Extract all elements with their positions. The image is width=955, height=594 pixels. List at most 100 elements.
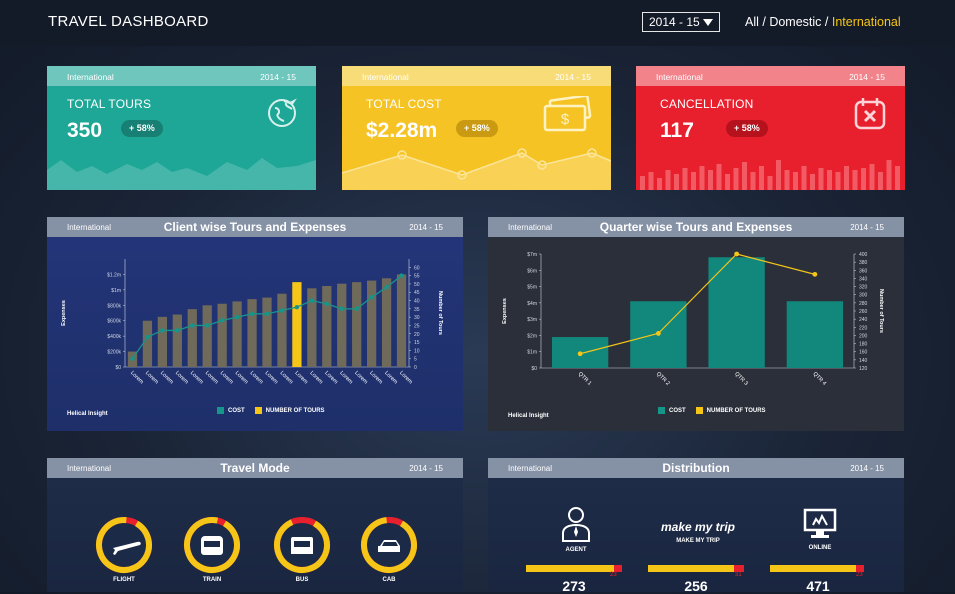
kpi-area-chart [47,158,316,190]
cost-bar [202,305,212,367]
x-tick-label: Lorem [398,370,414,386]
y-tick-label: $6m [527,268,537,274]
kpi-change-badge: + 58% [456,120,498,137]
panel-header: International Travel Mode 2014 - 15 [47,458,463,478]
mode-ring [274,517,330,573]
y-tick-label: $4m [527,301,537,307]
chevron-down-icon [703,19,713,26]
tours-point [324,301,329,307]
y-tick-label: $200k [107,350,121,356]
y2-tick-label: 0 [414,365,417,371]
legend-item[interactable]: NUMBER OF TOURS [254,407,325,414]
sparkline-bar [852,170,858,190]
tours-point [219,318,225,323]
legend-label: NUMBER OF TOURS [706,407,766,414]
chart-legend: COST NUMBER OF TOURS [658,407,766,414]
legend-item[interactable]: COST [658,407,686,414]
money-icon: $ [543,96,592,132]
kpi-label: TOTAL COST [366,97,442,111]
nav-separator: / [758,15,770,29]
globe-plane-icon [268,98,297,127]
travel-mode-panel: International Travel Mode 2014 - 15 FLIGHT… [47,458,463,592]
mode-label: CAB [382,577,396,583]
cost-bar [217,303,227,367]
legend-item[interactable]: NUMBER OF TOURS [695,407,766,414]
sparkline-bar [742,162,747,190]
panel-title: Distribution [662,461,730,475]
svg-text:$: $ [561,111,570,128]
cost-bar [396,274,407,367]
x-tick-label: Lorem [129,370,145,386]
tours-point [190,323,195,328]
x-tick-label: Lorem [159,370,175,386]
tours-line [579,253,816,355]
agent-icon [562,507,590,542]
sparkline-bar [640,176,645,190]
sparkline-bar [716,164,722,190]
sparkline-bar [818,168,824,190]
legend-swatch [217,407,224,414]
tours-point [812,271,818,277]
legend-item[interactable]: COST [217,407,245,414]
y-tick-label: $400k [107,334,121,340]
nav-international[interactable]: International [832,15,901,29]
dist-item-agent: AGENT [526,506,626,553]
cost-bar [232,301,242,367]
sparkline-bar [801,166,807,190]
kpi-label: TOTAL TOURS [67,97,152,111]
y2-tick-label: 400 [859,252,868,258]
sparkline-bar [682,168,688,190]
y2-tick-label: 240 [859,317,868,323]
x-tick-label: Lorem [219,370,235,386]
y2-tick-label: 340 [859,276,868,282]
quarter-chart: $0 $1m $2m $3m $4m $5m $6m $7m 120 140 160 180 200 22… [502,251,884,387]
x-tick-label: Lorem [383,370,399,386]
mode-ring [361,517,417,573]
y2-tick-label: 40 [414,299,420,305]
cost-bar [381,278,392,367]
cost-bar [366,280,377,367]
mode-label: FLIGHT [113,577,135,583]
tours-point [294,304,300,310]
nav-all[interactable]: All [745,15,759,29]
mode-label: TRAIN [202,577,222,583]
tours-point [205,323,210,328]
dist-label: MAKE MY TRIP [676,538,720,544]
sparkline-bar [827,170,832,190]
y2-tick-label: 120 [859,366,868,372]
y2-tick-label: 60 [414,265,420,271]
y-axis-title: Expenses [502,298,508,324]
brand-label: Helical Insight [508,413,549,419]
travel-mode-list: FLIGHT TRAIN BUS CAB [47,516,463,592]
cost-bar [172,314,182,367]
kpi-bar-sparkline [640,160,900,190]
panel-title: Travel Mode [220,461,290,475]
y2-tick-label: 300 [859,293,868,299]
chart-legend: COST NUMBER OF TOURS [217,407,325,414]
dist-label: ONLINE [808,545,832,551]
sparkline-bar [767,176,773,190]
nav-domestic[interactable]: Domestic [769,15,821,29]
travel-mode-item: FLIGHT [95,516,153,583]
tours-point [339,306,344,312]
sparkline-bar [776,160,781,190]
cost-bar [292,282,302,367]
sparkline-bar [861,168,866,190]
panel-title: Quarter wise Tours and Expenses [599,220,793,234]
tours-point [655,330,661,336]
y-tick-label: $7m [527,252,537,258]
cost-bar [187,309,197,367]
y-tick-label: $2m [527,333,537,339]
kpi-year: 2014 - 15 [555,72,591,82]
legend-swatch [658,407,665,414]
kpi-header: International 2014 - 15 [342,66,611,86]
dist-cancel-bar [614,565,622,572]
y2-tick-label: 35 [414,307,420,313]
sparkline-bar [750,172,756,190]
dist-bar-makemytrip [648,565,734,572]
y2-tick-label: 10 [414,348,420,354]
year-select[interactable]: 2014 - 15 [642,12,720,32]
cost-bar [262,297,272,367]
kpi-year: 2014 - 15 [260,72,296,82]
y2-tick-label: 200 [859,333,868,339]
